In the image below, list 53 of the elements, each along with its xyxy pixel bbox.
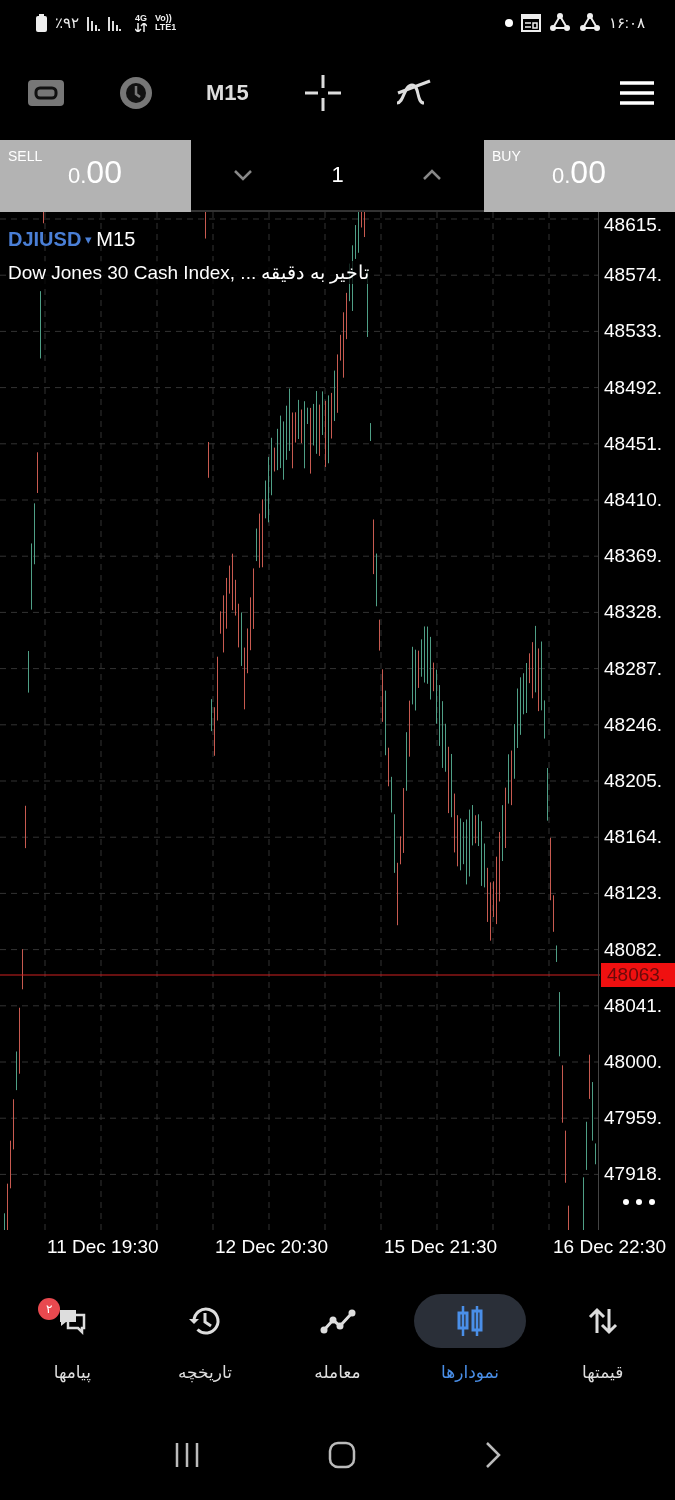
nav-tab[interactable]: قیمتها (536, 1293, 669, 1382)
price-label: 48451. (604, 432, 663, 455)
unread-badge: ۲ (38, 1297, 61, 1320)
price-label: 48041. (604, 994, 663, 1017)
price-label: 48410. (604, 489, 663, 511)
price-label: 48492. (604, 376, 663, 399)
current-price-tag: 48063. (601, 963, 675, 987)
chevron-up-icon[interactable] (422, 169, 442, 181)
price-label: 48287. (604, 657, 663, 680)
volume-value[interactable]: 1 (331, 162, 344, 188)
symbol-description: Dow Jones 30 Cash Index, ... تاخیر به دقیقه (8, 261, 370, 284)
time-label: 16 Dec 22:30 (553, 1236, 667, 1258)
more-icon[interactable] (622, 1198, 656, 1206)
dot-icon (504, 18, 513, 27)
nav-tab[interactable]: ۲ پیامها (6, 1293, 139, 1382)
network-type: 4G (135, 13, 147, 23)
time-label: 15 Dec 21:30 (384, 1236, 498, 1258)
price-label: 48082. (604, 938, 663, 961)
price-label: 48574. (604, 264, 663, 287)
swap-arrows-icon (586, 1305, 619, 1336)
price-label: 47959. (604, 1107, 663, 1130)
price-label: 48328. (604, 601, 663, 624)
share-icon (578, 12, 601, 33)
price-label: 48615. (604, 214, 663, 236)
battery-level: ٪۹۲ (55, 13, 79, 32)
price-label: 48205. (604, 770, 663, 792)
dropdown-caret[interactable]: ▾ (85, 232, 93, 247)
chevron-down-icon[interactable] (233, 169, 253, 181)
price-label: 48533. (604, 320, 663, 343)
symbol-name[interactable]: DJIUSD (8, 228, 82, 251)
chart-timeframe: M15 (96, 228, 136, 251)
time-label: 11 Dec 19:30 (47, 1236, 159, 1258)
clock-time: ۱۶:۰۸ (608, 13, 645, 32)
price-label: 47918. (604, 1163, 663, 1186)
share-icon (548, 12, 571, 33)
nav-tab[interactable]: معامله (271, 1293, 404, 1382)
price-label: 48164. (604, 826, 663, 849)
price-label: 48246. (604, 713, 663, 736)
price-label: 48000. (604, 1051, 663, 1073)
nav-tab[interactable]: تاریخچه (138, 1293, 272, 1382)
calendar-icon (520, 13, 541, 32)
price-label: 48123. (604, 882, 663, 905)
price-label: 48369. (604, 545, 663, 568)
lte-label: LTE1 (155, 22, 177, 32)
home-icon[interactable] (328, 1441, 357, 1469)
recents-icon[interactable] (174, 1442, 201, 1468)
timeframe-button[interactable]: M15 (206, 79, 249, 106)
battery-icon (36, 13, 47, 32)
back-icon[interactable] (484, 1441, 501, 1469)
crosshair-icon[interactable] (302, 72, 343, 113)
time-label: 12 Dec 20:30 (215, 1236, 329, 1258)
data-arrows-icon (135, 22, 147, 32)
volte-label: Vo)) (155, 13, 172, 23)
